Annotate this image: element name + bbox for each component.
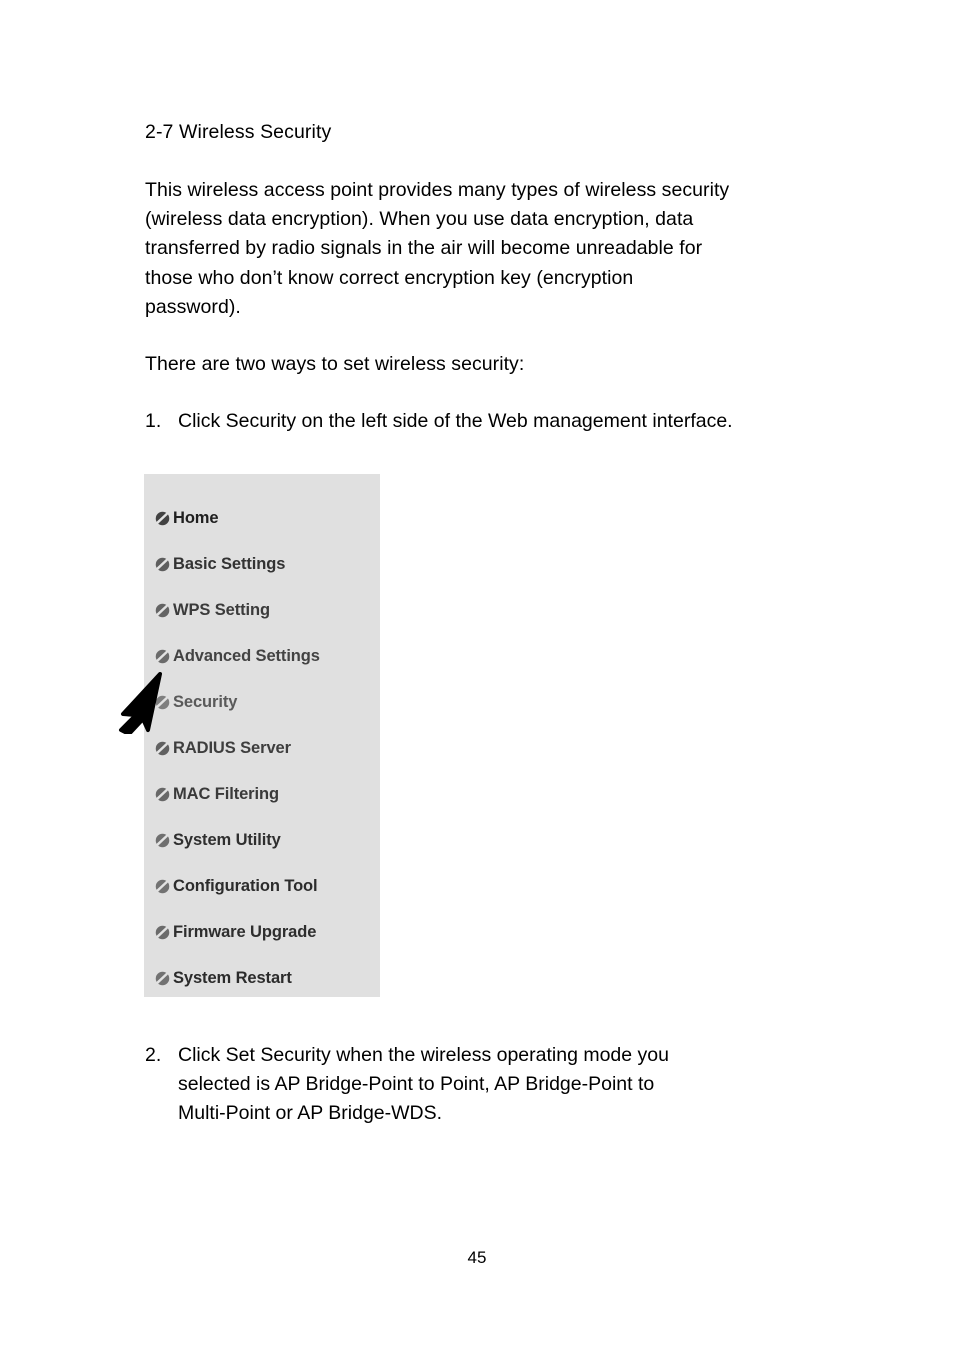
disc-slash-icon <box>155 695 170 710</box>
disc-slash-icon <box>155 511 170 526</box>
menu-item-label: Advanced Settings <box>173 647 320 665</box>
menu-item-label: System Utility <box>173 831 281 849</box>
text-line: This wireless access point provides many… <box>145 179 730 201</box>
disc-slash-icon <box>155 741 170 756</box>
text-line: Click Set Security when the wireless ope… <box>178 1044 669 1066</box>
menu-item-basic-settings[interactable]: Basic Settings <box>144 541 380 587</box>
disc-slash-icon <box>155 925 170 940</box>
menu-item-system-restart[interactable]: System Restart <box>144 955 380 1001</box>
web-management-menu-screenshot: Home Basic Settings WPS Setting Advanced Se… <box>144 474 380 997</box>
menu-item-home[interactable]: Home <box>144 495 380 541</box>
menu-item-security[interactable]: Security <box>144 679 380 725</box>
step-1-number: 1. <box>145 410 162 432</box>
menu-item-firmware-upgrade[interactable]: Firmware Upgrade <box>144 909 380 955</box>
text-line: There are two ways to set wireless secur… <box>145 353 525 375</box>
page-number: 45 <box>467 1248 487 1267</box>
disc-slash-icon <box>155 649 170 664</box>
menu-item-configuration-tool[interactable]: Configuration Tool <box>144 863 380 909</box>
menu-item-advanced-settings[interactable]: Advanced Settings <box>144 633 380 679</box>
disc-slash-icon <box>155 557 170 572</box>
intro-paragraph: This wireless access point provides many… <box>145 176 845 322</box>
menu-item-mac-filtering[interactable]: MAC Filtering <box>144 771 380 817</box>
menu-item-wps-setting[interactable]: WPS Setting <box>144 587 380 633</box>
step-1-text: Click Security on the left side of the W… <box>178 407 885 436</box>
list-item-step-2: 2. Click Set Security when the wireless … <box>145 1041 845 1129</box>
text-line: Click Security on the left side of the W… <box>178 410 733 432</box>
disc-slash-icon <box>155 787 170 802</box>
disc-slash-icon <box>155 879 170 894</box>
menu-item-label: Firmware Upgrade <box>173 923 317 941</box>
menu-item-label: RADIUS Server <box>173 739 291 757</box>
menu-item-radius-server[interactable]: RADIUS Server <box>144 725 380 771</box>
menu-list: Home Basic Settings WPS Setting Advanced Se… <box>144 495 380 1001</box>
text-line: selected is AP Bridge-Point to Point, AP… <box>178 1073 655 1096</box>
page-title: 2-7 Wireless Security <box>145 121 332 143</box>
step-2-text: Click Set Security when the wireless ope… <box>178 1041 845 1129</box>
text-line: (wireless data encryption). When you use… <box>145 208 694 231</box>
text-line: transferred by radio signals in the air … <box>145 237 703 260</box>
menu-item-label: MAC Filtering <box>173 785 279 803</box>
menu-item-label: Configuration Tool <box>173 877 318 895</box>
text-line: Multi-Point or AP Bridge-WDS. <box>178 1102 443 1125</box>
menu-item-label: System Restart <box>173 969 292 987</box>
menu-item-label: WPS Setting <box>173 601 270 619</box>
menu-item-label: Security <box>173 693 238 711</box>
disc-slash-icon <box>155 833 170 848</box>
disc-slash-icon <box>155 603 170 618</box>
text-line: those who don’t know correct encryption … <box>145 266 634 289</box>
document-page: 2-7 Wireless Security This wireless acce… <box>0 0 954 1351</box>
menu-item-label: Home <box>173 509 219 527</box>
menu-item-label: Basic Settings <box>173 555 286 573</box>
menu-item-system-utility[interactable]: System Utility <box>144 817 380 863</box>
step-2-number: 2. <box>145 1044 162 1066</box>
disc-slash-icon <box>155 971 170 986</box>
ways-paragraph: There are two ways to set wireless secur… <box>145 350 845 379</box>
text-line: password). <box>145 295 241 318</box>
list-item-step-1: 1. Click Security on the left side of th… <box>145 407 885 436</box>
